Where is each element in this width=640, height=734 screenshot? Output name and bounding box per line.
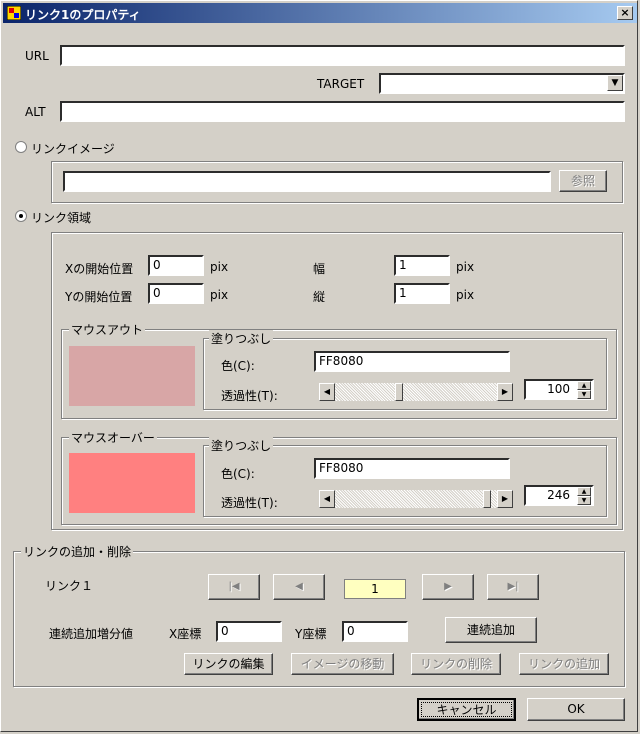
mouse-over-scroll-right-icon[interactable]: ▶: [497, 490, 513, 508]
mouse-over-color-label: 色(C):: [221, 467, 255, 481]
width-input[interactable]: 1: [394, 255, 450, 276]
mouse-out-opacity-label: 透過性(T):: [221, 389, 278, 403]
window-title: リンク1のプロパティ: [25, 8, 141, 22]
close-button[interactable]: ×: [617, 6, 633, 20]
x-coord-label: X座標: [169, 627, 202, 641]
y-coord-input[interactable]: 0: [342, 621, 408, 642]
y-start-input[interactable]: 0: [148, 283, 204, 304]
first-link-button[interactable]: |◀: [208, 574, 260, 600]
move-image-button[interactable]: イメージの移動: [291, 653, 394, 675]
alt-label: ALT: [25, 105, 46, 119]
mouse-over-color-input[interactable]: FF8080: [314, 458, 510, 479]
mouse-out-group-label: マウスアウト: [69, 321, 146, 338]
next-link-button[interactable]: ▶: [422, 574, 474, 600]
x-start-unit: pix: [210, 260, 229, 274]
mouse-out-scroll-right-icon[interactable]: ▶: [497, 383, 513, 401]
mouse-out-color-preview: [69, 346, 195, 406]
y-start-label: Yの開始位置: [65, 290, 133, 304]
height-label: 縦: [313, 290, 326, 304]
x-start-label: Xの開始位置: [65, 262, 134, 276]
mouse-over-color-preview: [69, 453, 195, 513]
ok-button[interactable]: OK: [527, 698, 625, 721]
mouse-over-opacity-track[interactable]: [335, 490, 497, 508]
height-unit: pix: [456, 288, 475, 302]
increment-label: 連続追加増分値: [49, 627, 134, 641]
app-icon: [7, 6, 21, 20]
spin-up-icon[interactable]: ▲: [577, 487, 591, 496]
mouse-over-opacity-thumb[interactable]: [483, 490, 491, 508]
delete-link-button[interactable]: リンクの削除: [411, 653, 501, 675]
prev-link-button[interactable]: ◀: [273, 574, 325, 600]
mouse-out-fill-label: 塗りつぶし: [209, 330, 274, 347]
links-group-label: リンクの追加・削除: [21, 543, 134, 560]
mouse-out-color-label: 色(C):: [221, 359, 255, 373]
mouse-out-opacity-track[interactable]: [335, 383, 497, 401]
browse-button[interactable]: 参照: [559, 170, 607, 192]
mouse-over-opacity-label: 透過性(T):: [221, 496, 278, 510]
image-path-input[interactable]: [63, 171, 551, 192]
width-unit: pix: [456, 260, 475, 274]
height-input[interactable]: 1: [394, 283, 450, 304]
mouse-out-opacity-spinner[interactable]: ▲ ▼: [577, 381, 591, 399]
link-image-radio[interactable]: [15, 141, 27, 153]
spin-up-icon[interactable]: ▲: [577, 381, 591, 390]
target-select[interactable]: ▼: [379, 73, 625, 94]
title-bar[interactable]: リンク1のプロパティ ×: [3, 3, 637, 23]
mouse-over-scroll-left-icon[interactable]: ◀: [319, 490, 335, 508]
y-coord-label: Y座標: [295, 627, 327, 641]
link-area-radio-label: リンク領域: [31, 211, 92, 225]
url-input[interactable]: [60, 45, 625, 66]
add-link-button[interactable]: リンクの追加: [519, 653, 609, 675]
spin-down-icon[interactable]: ▼: [577, 496, 591, 505]
target-label: TARGET: [317, 77, 365, 91]
alt-input[interactable]: [60, 101, 625, 122]
x-coord-input[interactable]: 0: [216, 621, 282, 642]
x-start-input[interactable]: 0: [148, 255, 204, 276]
mouse-out-color-input[interactable]: FF8080: [314, 351, 510, 372]
cancel-button[interactable]: キャンセル: [417, 698, 516, 721]
last-link-button[interactable]: ▶|: [487, 574, 539, 600]
mouse-out-scroll-left-icon[interactable]: ◀: [319, 383, 335, 401]
y-start-unit: pix: [210, 288, 229, 302]
mouse-over-fill-label: 塗りつぶし: [209, 437, 274, 454]
link-number-label: リンク１: [45, 579, 94, 593]
continuous-add-button[interactable]: 連続追加: [445, 617, 537, 643]
mouse-out-opacity-thumb[interactable]: [395, 383, 403, 401]
url-label: URL: [25, 49, 49, 63]
chevron-down-icon[interactable]: ▼: [607, 75, 623, 91]
mouse-over-opacity-spinner[interactable]: ▲ ▼: [577, 487, 591, 505]
link-area-radio[interactable]: [15, 210, 27, 222]
mouse-over-group-label: マウスオーバー: [69, 429, 157, 446]
dialog-window: リンク1のプロパティ × URL TARGET ▼ ALT リンクイメージ 参照…: [0, 0, 638, 732]
edit-link-button[interactable]: リンクの編集: [184, 653, 273, 675]
link-image-radio-label: リンクイメージ: [31, 142, 115, 156]
current-link-number: 1: [344, 579, 406, 599]
width-label: 幅: [313, 262, 326, 276]
spin-down-icon[interactable]: ▼: [577, 390, 591, 399]
